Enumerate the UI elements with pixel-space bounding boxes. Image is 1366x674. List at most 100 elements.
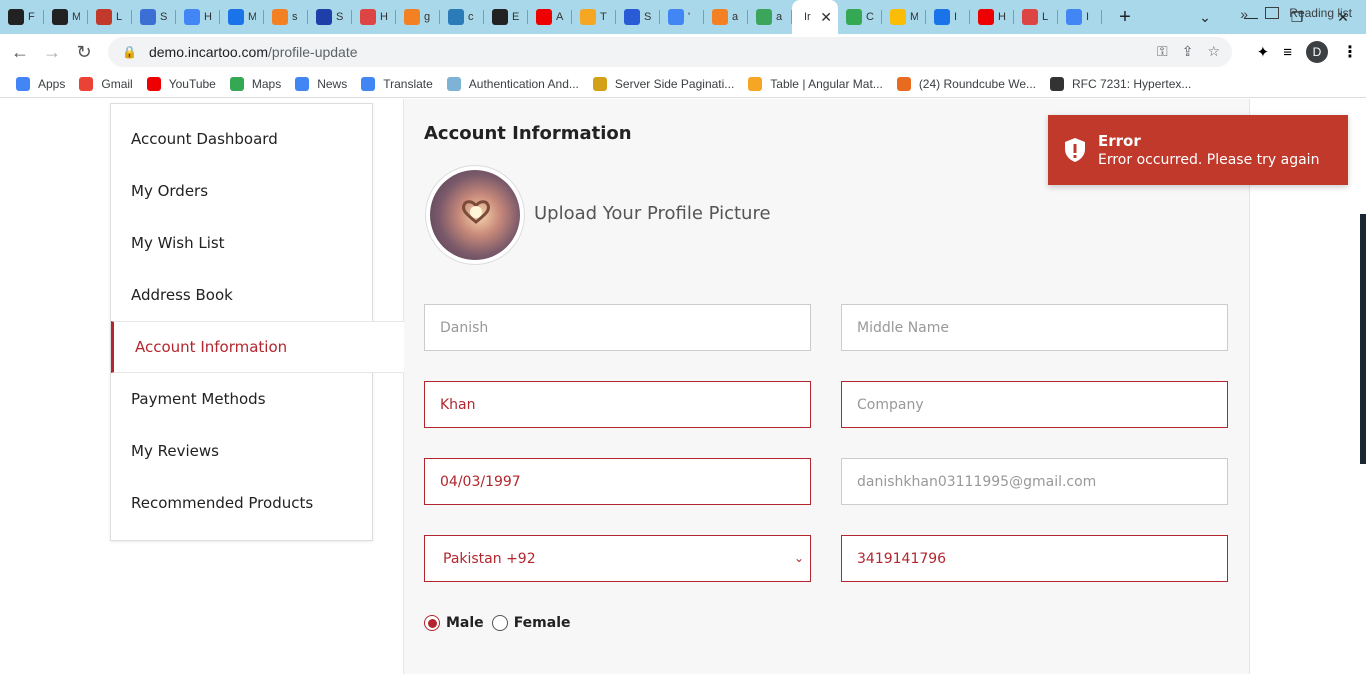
error-toast[interactable]: Error Error occurred. Please try again — [1048, 115, 1348, 185]
upload-picture-label[interactable]: Upload Your Profile Picture — [534, 203, 771, 224]
male-label[interactable]: Male — [446, 615, 484, 631]
favicon-icon — [712, 9, 728, 25]
profile-image — [430, 170, 520, 260]
url-text: demo.incartoo.com/profile-update — [149, 44, 358, 60]
tab-14[interactable]: S — [616, 0, 660, 34]
email-field[interactable]: danishkhan03111995@gmail.com — [841, 458, 1228, 505]
tab-4[interactable]: H — [176, 0, 220, 34]
key-icon[interactable]: ⚿ — [1157, 43, 1168, 60]
forward-icon[interactable]: → — [36, 36, 68, 68]
tab-after-2[interactable]: I — [926, 0, 970, 34]
sidebar-item[interactable]: Recommended Products — [111, 477, 373, 529]
bookmark-item[interactable]: YouTube — [146, 76, 216, 91]
tab-0[interactable]: F — [0, 0, 44, 34]
bookmark-item[interactable]: (24) Roundcube We... — [896, 76, 1036, 91]
first-name-field[interactable]: Danish — [424, 304, 811, 351]
tab-10[interactable]: c — [440, 0, 484, 34]
tab-label: L — [1042, 11, 1049, 23]
tab-label: S — [160, 11, 168, 23]
bookmark-label: Gmail — [101, 76, 133, 91]
bookmark-icon — [896, 76, 911, 91]
tab-3[interactable]: S — [132, 0, 176, 34]
tab-6[interactable]: s — [264, 0, 308, 34]
tab-after-0[interactable]: C — [838, 0, 882, 34]
favicon-icon — [934, 9, 950, 25]
bookmark-label: Authentication And... — [468, 76, 579, 91]
sidebar-item[interactable]: Account Dashboard — [111, 113, 373, 165]
close-icon[interactable]: ✕ — [820, 9, 832, 26]
tab-label: a — [776, 11, 783, 23]
bookmark-item[interactable]: Maps — [229, 76, 281, 91]
sidebar-item[interactable]: My Reviews — [111, 425, 373, 477]
tab-12[interactable]: A — [528, 0, 572, 34]
tab-16[interactable]: a — [704, 0, 748, 34]
bookmark-item[interactable]: Authentication And... — [446, 76, 579, 91]
lock-icon: 🔒 — [122, 45, 137, 59]
phone-field[interactable]: 3419141796 — [841, 535, 1228, 582]
tab-after-3[interactable]: H — [970, 0, 1014, 34]
menu-icon[interactable]: ⋮ — [1342, 42, 1358, 62]
tab-active[interactable]: Ir ✕ — [792, 0, 838, 34]
tab-label: S — [336, 11, 344, 23]
tab-17[interactable]: a — [748, 0, 792, 34]
bookmark-item[interactable]: News — [295, 76, 347, 91]
tab-label: H — [998, 11, 1006, 23]
tab-1[interactable]: M — [44, 0, 88, 34]
avatar[interactable]: D — [1306, 41, 1328, 63]
bookmark-label: RFC 7231: Hypertex... — [1072, 76, 1192, 91]
tab-15[interactable]: ' — [660, 0, 704, 34]
tab-2[interactable]: L — [88, 0, 132, 34]
share-icon[interactable]: ⇪ — [1182, 43, 1194, 60]
reading-list-button[interactable]: Reading list — [1265, 6, 1352, 20]
toast-text: Error Error occurred. Please try again — [1098, 132, 1319, 168]
middle-name-field[interactable]: Middle Name — [841, 304, 1228, 351]
tab-label: M — [910, 11, 918, 23]
female-label[interactable]: Female — [514, 615, 571, 631]
media-icon[interactable]: ≡ — [1283, 44, 1292, 61]
heart-icon — [462, 200, 490, 224]
male-radio[interactable] — [424, 615, 440, 631]
profile-picture[interactable] — [425, 165, 525, 265]
tab-after-1[interactable]: M — [882, 0, 926, 34]
tab-search-icon[interactable]: ⌄ — [1182, 0, 1228, 34]
tab-after-4[interactable]: L — [1014, 0, 1058, 34]
tab-9[interactable]: g — [396, 0, 440, 34]
toast-title: Error — [1098, 132, 1141, 150]
new-tab-button[interactable]: + — [1110, 6, 1140, 29]
dob-field[interactable]: 04/03/1997 — [424, 458, 811, 505]
back-icon[interactable]: ← — [4, 36, 36, 68]
bookmark-item[interactable]: RFC 7231: Hypertex... — [1050, 76, 1192, 91]
address-bar[interactable]: 🔒 demo.incartoo.com/profile-update ⚿ ⇪ ☆ — [108, 37, 1232, 67]
bookmark-item[interactable]: Table | Angular Mat... — [748, 76, 883, 91]
tab-label: H — [204, 11, 212, 23]
tab-8[interactable]: H — [352, 0, 396, 34]
bookmark-item[interactable]: Apps — [16, 76, 65, 91]
sidebar-item[interactable]: My Wish List — [111, 217, 373, 269]
bookmark-item[interactable]: Server Side Paginati... — [592, 76, 734, 91]
tab-5[interactable]: M — [220, 0, 264, 34]
favicon-icon — [580, 9, 596, 25]
scrollbar[interactable] — [1360, 214, 1366, 464]
page-title: Account Information — [424, 123, 632, 144]
sidebar-item[interactable]: Account Information — [111, 321, 404, 373]
bookmark-item[interactable]: Translate — [361, 76, 433, 91]
shield-alert-icon — [1065, 138, 1085, 162]
tab-7[interactable]: S — [308, 0, 352, 34]
extensions-icon[interactable]: ✦ — [1257, 43, 1270, 61]
tab-after-5[interactable]: I — [1058, 0, 1102, 34]
sidebar-item[interactable]: My Orders — [111, 165, 373, 217]
tab-11[interactable]: E — [484, 0, 528, 34]
country-code-value: Pakistan +92 — [443, 550, 536, 567]
company-field[interactable]: Company — [841, 381, 1228, 428]
sidebar-item[interactable]: Payment Methods — [111, 373, 373, 425]
female-radio[interactable] — [491, 615, 508, 631]
country-code-select[interactable]: Pakistan +92 ⌄ — [424, 535, 811, 582]
bookmarks-more-button[interactable]: » — [1240, 6, 1248, 22]
star-icon[interactable]: ☆ — [1207, 43, 1220, 60]
favicon-icon — [52, 9, 68, 25]
sidebar-item[interactable]: Address Book — [111, 269, 373, 321]
bookmark-item[interactable]: Gmail — [79, 76, 133, 91]
reload-icon[interactable]: ↻ — [68, 36, 100, 68]
tab-13[interactable]: T — [572, 0, 616, 34]
last-name-field[interactable]: Khan — [424, 381, 811, 428]
